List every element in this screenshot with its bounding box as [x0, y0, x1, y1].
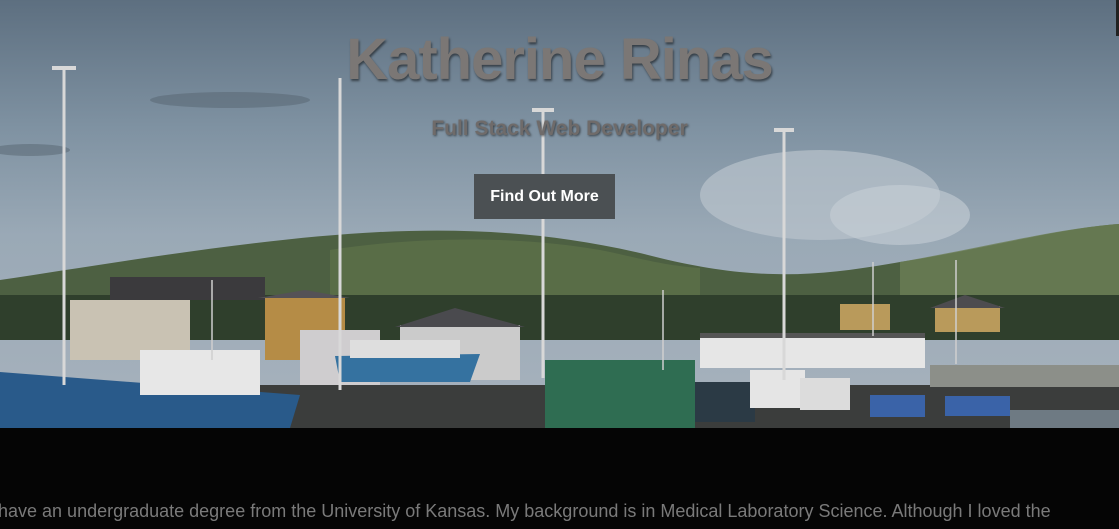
site-subtitle: Full Stack Web Developer — [431, 117, 688, 140]
site-title: Katherine Rinas — [346, 27, 774, 92]
find-out-more-button[interactable]: Find Out More — [474, 174, 615, 219]
hero-section: Katherine Rinas Full Stack Web Developer… — [0, 0, 1119, 428]
about-intro-text: have an undergraduate degree from the Un… — [0, 501, 1051, 521]
